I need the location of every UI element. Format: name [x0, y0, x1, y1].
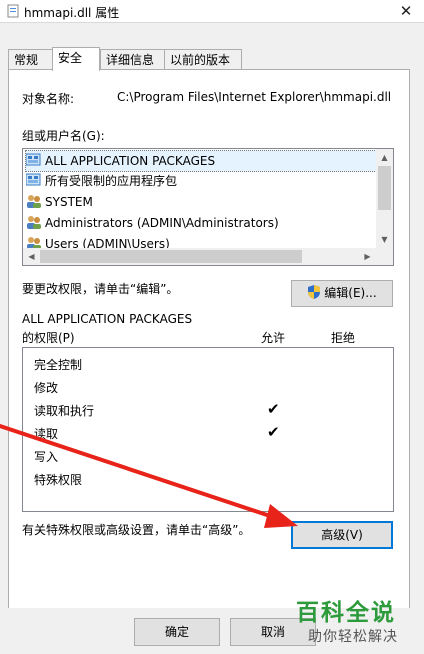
user-name: ALL APPLICATION PACKAGES	[45, 154, 216, 168]
scroll-thumb[interactable]	[378, 166, 391, 210]
watermark-subtitle: 助你轻松解决	[308, 629, 398, 645]
permission-name: 修改	[34, 381, 59, 395]
watermark-title: 百科全说	[296, 600, 396, 626]
security-panel: 对象名称: C:\Program Files\Internet Explorer…	[8, 69, 410, 609]
object-name-label: 对象名称:	[22, 92, 75, 106]
close-button[interactable]: ✕	[388, 0, 424, 22]
permission-name: 读取和执行	[34, 404, 95, 418]
permissions-label: 的权限(P)	[22, 331, 75, 345]
scroll-down-icon[interactable]: ▼	[376, 231, 393, 248]
list-item[interactable]: Administrators (ADMIN\Administrators)	[26, 213, 279, 233]
ok-button[interactable]: 确定	[134, 618, 220, 646]
permission-name: 写入	[34, 450, 59, 464]
allow-check-icon: ✔	[267, 400, 280, 418]
edit-button-label: 编辑(E)...	[324, 286, 377, 300]
deny-header: 拒绝	[331, 331, 356, 345]
edit-button[interactable]: 编辑(E)...	[291, 280, 393, 307]
advanced-button[interactable]: 高级(V)	[291, 521, 393, 549]
edit-hint: 要更改权限，请单击“编辑”。	[22, 282, 179, 296]
permissions-list: 完全控制 修改 读取和执行 ✔ 读取 ✔ 写入 特殊权限	[22, 347, 394, 512]
shield-icon	[307, 284, 321, 309]
permission-name: 特殊权限	[34, 473, 83, 487]
list-item[interactable]: 所有受限制的应用程序包	[25, 171, 178, 191]
users-icon	[26, 215, 42, 229]
scroll-up-icon[interactable]: ▲	[376, 149, 393, 166]
watermark: 百科全说 助你轻松解决	[292, 593, 424, 654]
advanced-hint: 有关特殊权限或高级设置，请单击“高级”。	[22, 523, 251, 537]
title-bar: hmmapi.dll 属性 ✕	[0, 0, 424, 23]
users-icon	[26, 194, 42, 208]
user-name: Administrators (ADMIN\Administrators)	[45, 216, 279, 230]
user-name: SYSTEM	[45, 195, 93, 209]
vertical-scrollbar[interactable]: ▲ ▼	[376, 149, 393, 248]
allow-header: 允许	[261, 331, 286, 345]
scroll-thumb[interactable]	[40, 250, 302, 263]
permission-name: 完全控制	[34, 358, 83, 372]
scroll-corner	[376, 248, 393, 265]
user-list[interactable]: ALL APPLICATION PACKAGES 所有受限制的应用程序包 SYS…	[22, 148, 394, 266]
list-item[interactable]: SYSTEM	[26, 192, 93, 212]
groups-label: 组或用户名(G):	[22, 129, 105, 143]
permission-target: ALL APPLICATION PACKAGES	[22, 312, 193, 326]
tab-details[interactable]: 详细信息	[100, 49, 170, 70]
list-item[interactable]: ALL APPLICATION PACKAGES	[25, 150, 377, 172]
user-name: 所有受限制的应用程序包	[45, 174, 178, 188]
allow-check-icon: ✔	[267, 423, 280, 441]
object-path: C:\Program Files\Internet Explorer\hmmap…	[117, 90, 392, 104]
scroll-right-icon[interactable]: ▶	[359, 248, 376, 265]
tab-previous-versions[interactable]: 以前的版本	[164, 49, 242, 70]
packages-icon	[25, 173, 42, 187]
window-title: hmmapi.dll 属性	[24, 6, 120, 20]
scroll-left-icon[interactable]: ◀	[23, 248, 40, 265]
packages-icon	[25, 153, 42, 167]
tab-security[interactable]: 安全	[52, 47, 100, 71]
file-icon	[6, 4, 20, 18]
horizontal-scrollbar[interactable]: ◀ ▶	[23, 248, 376, 265]
permission-name: 读取	[34, 427, 59, 441]
tab-general[interactable]: 常规	[8, 49, 54, 70]
